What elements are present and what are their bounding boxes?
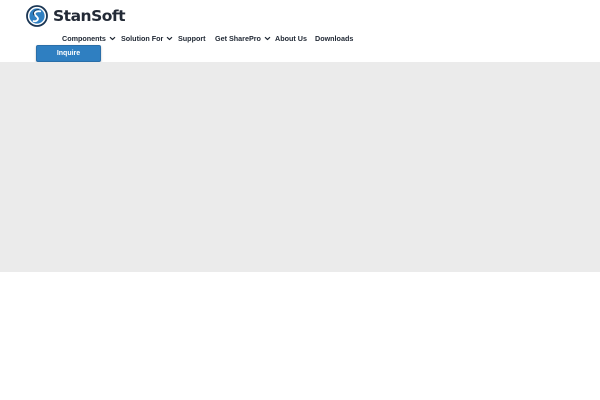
nav-item-label: Get SharePro [215, 33, 261, 43]
nav-item-label: Support [178, 33, 206, 43]
site-header: StanSoft Components Solution For Support… [0, 0, 600, 62]
main-navigation: Components Solution For Support Get Shar… [0, 31, 600, 45]
nav-item-get-sharepro[interactable]: Get SharePro [215, 31, 271, 45]
nav-item-support[interactable]: Support [178, 31, 206, 45]
brand-logo[interactable]: StanSoft [26, 4, 126, 28]
chevron-down-icon [264, 36, 271, 40]
nav-item-components[interactable]: Components [62, 31, 116, 45]
nav-item-downloads[interactable]: Downloads [315, 31, 353, 45]
nav-item-label: Solution For [121, 33, 164, 43]
brand-name: StanSoft [53, 7, 126, 25]
nav-item-solution-for[interactable]: Solution For [121, 31, 173, 45]
stansoft-logo-icon [26, 5, 48, 27]
chevron-down-icon [167, 36, 173, 40]
content-area [0, 272, 600, 400]
chevron-down-icon [109, 36, 116, 40]
hero-section [0, 62, 600, 272]
nav-item-label: Downloads [315, 33, 354, 43]
inquire-button[interactable]: Inquire [36, 45, 101, 62]
nav-item-label: About Us [275, 33, 307, 43]
nav-item-label: Components [62, 33, 106, 43]
nav-item-about-us[interactable]: About Us [275, 31, 307, 45]
